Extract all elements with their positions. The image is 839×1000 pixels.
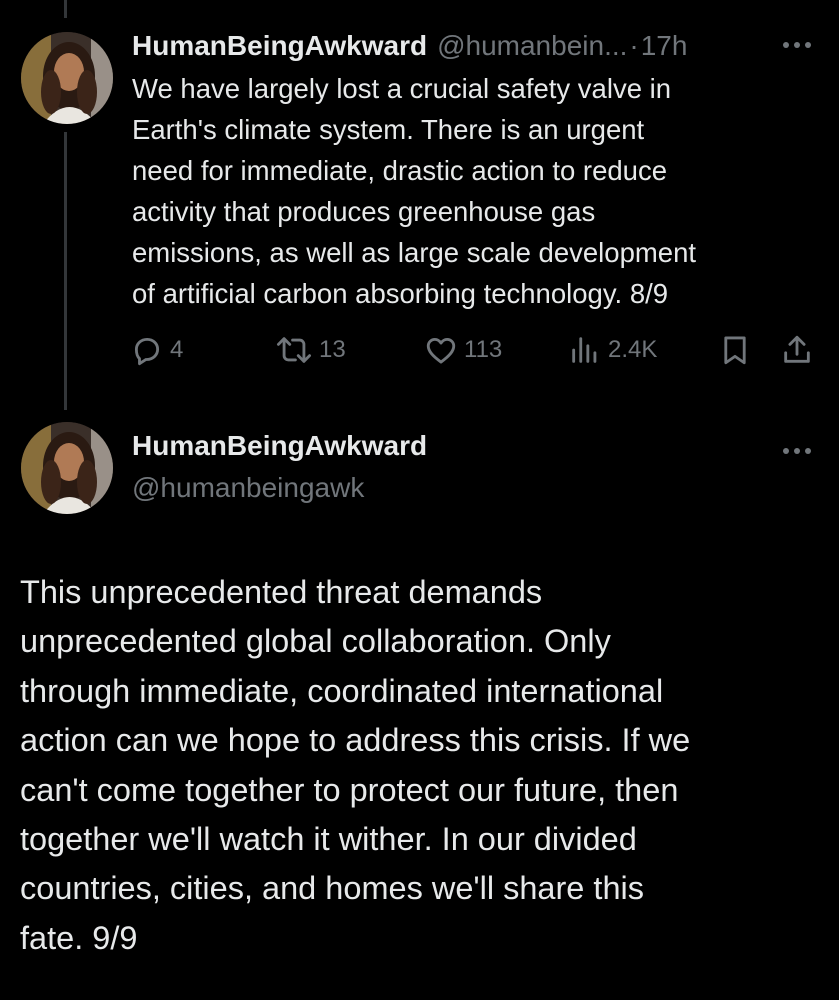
author-display-name[interactable]: HumanBeingAwkward — [132, 30, 427, 62]
profile-photo-icon — [21, 32, 113, 124]
tweet-text-line: activity that produces greenhouse gas — [132, 196, 596, 227]
views-count: 2.4K — [608, 336, 658, 363]
more-icon[interactable] — [779, 436, 815, 466]
avatar[interactable] — [21, 422, 113, 514]
thread-connector-top — [64, 0, 67, 18]
avatar[interactable] — [21, 32, 113, 124]
share-button[interactable] — [780, 330, 814, 370]
tweet-text: We have largely lost a crucial safety va… — [132, 68, 822, 314]
repost-button[interactable]: 13 — [275, 330, 346, 370]
author-display-name[interactable]: HumanBeingAwkward — [132, 430, 427, 462]
like-count: 113 — [464, 336, 503, 363]
tweet-text-line: can't come together to protect our futur… — [20, 771, 679, 808]
tweet-text-line: emissions, as well as large scale develo… — [132, 237, 697, 268]
reply-icon — [134, 337, 160, 366]
more-icon[interactable] — [779, 30, 815, 60]
thread-connector — [64, 132, 67, 410]
tweet-text-line: fate. 9/9 — [20, 919, 138, 956]
tweet-header: HumanBeingAwkward @humanbein... · 17h — [132, 28, 812, 64]
repost-icon — [276, 337, 311, 363]
tweet-text-line: action can we hope to address this crisi… — [20, 722, 691, 759]
separator-dot: · — [629, 30, 639, 61]
tweet-text-line: This unprecedented threat demands — [20, 574, 543, 610]
tweet-text-line: Earth's climate system. There is an urge… — [132, 114, 645, 145]
author-handle[interactable]: @humanbein... — [437, 30, 627, 62]
bookmark-icon — [724, 336, 746, 365]
profile-photo-icon — [21, 422, 113, 514]
tweet-text: This unprecedented threat demands unprec… — [20, 568, 820, 963]
tweet-text-line: through immediate, coordinated internati… — [20, 672, 664, 709]
tweet-text-line: We have largely lost a crucial safety va… — [132, 73, 672, 104]
tweet-actions: 4 13 113 2.4K — [130, 330, 820, 370]
tweet-text-line: countries, cities, and homes we'll share… — [20, 870, 644, 907]
tweet-text-line: need for immediate, drastic action to re… — [132, 155, 668, 186]
tweet-timestamp[interactable]: 17h — [641, 30, 688, 62]
reply-count: 4 — [170, 336, 184, 363]
tweet-text-line: together we'll watch it wither. In our d… — [20, 821, 637, 858]
views-button[interactable]: 2.4K — [568, 330, 657, 370]
repost-count: 13 — [319, 336, 346, 363]
views-icon — [572, 337, 597, 363]
tweet-text-line: unprecedented global collaboration. Only — [20, 623, 611, 660]
like-icon — [426, 337, 456, 364]
reply-button[interactable]: 4 — [130, 330, 183, 370]
bookmark-button[interactable] — [718, 330, 752, 370]
tweet-text-line: of artificial carbon absorbing technolog… — [132, 278, 669, 309]
like-button[interactable]: 113 — [424, 330, 502, 370]
share-icon — [784, 335, 810, 363]
author-handle[interactable]: @humanbeingawk — [132, 472, 364, 504]
